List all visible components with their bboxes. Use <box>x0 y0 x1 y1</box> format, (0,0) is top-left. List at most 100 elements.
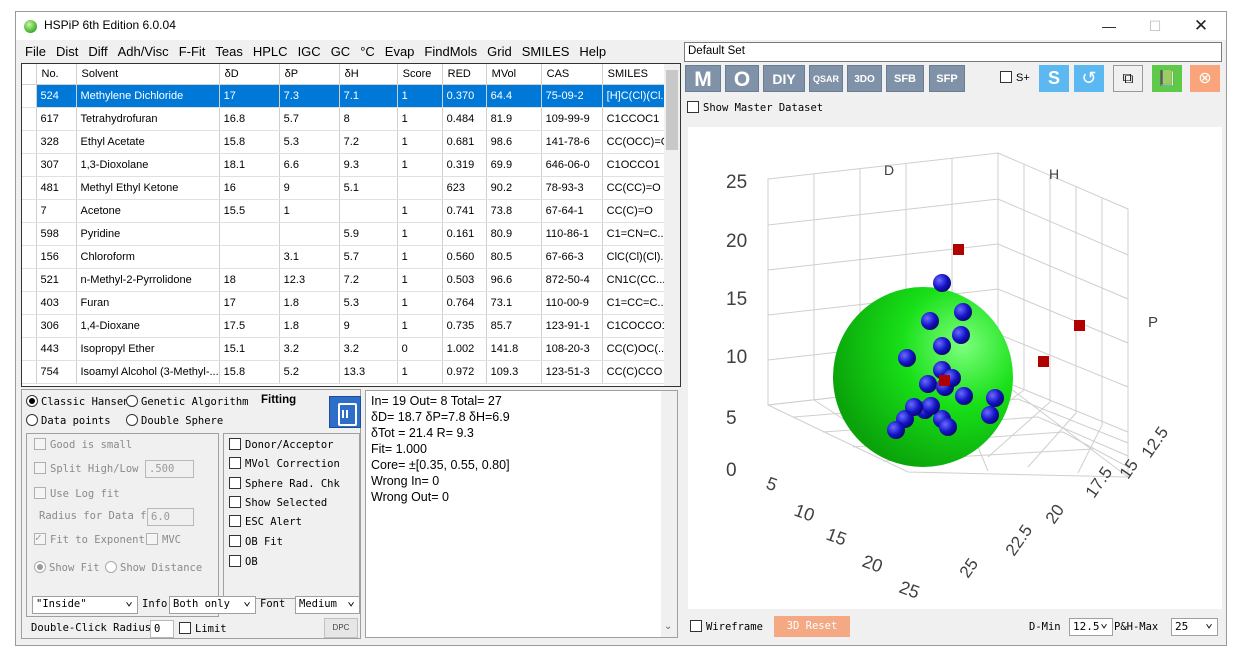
show-master-dataset-checkbox[interactable]: Show Master Dataset <box>687 101 823 114</box>
table-cell[interactable]: 1 <box>397 314 443 338</box>
table-cell[interactable]: 0.972 <box>442 360 487 384</box>
row-header[interactable] <box>22 268 37 292</box>
table-cell[interactable]: 6.6 <box>279 153 340 177</box>
s-button[interactable]: S <box>1039 65 1069 92</box>
table-cell[interactable]: Acetone <box>76 199 220 223</box>
row-header[interactable] <box>22 176 37 200</box>
column-header[interactable]: δD <box>219 64 280 85</box>
s-plus-checkbox[interactable]: S+ <box>1000 71 1030 84</box>
table-cell[interactable]: 9 <box>339 314 398 338</box>
row-header[interactable] <box>22 153 37 177</box>
table-cell[interactable]: 1 <box>397 130 443 154</box>
inside-solvent-point[interactable] <box>887 421 905 439</box>
table-cell[interactable]: 7 <box>36 199 77 223</box>
table-cell[interactable]: 524 <box>36 84 77 108</box>
table-cell[interactable]: 141.8 <box>486 337 542 361</box>
inside-solvent-point[interactable] <box>952 326 970 344</box>
menu-item[interactable]: Evap <box>385 42 415 59</box>
row-header[interactable] <box>22 107 37 131</box>
table-cell[interactable]: 109.3 <box>486 360 542 384</box>
table-row[interactable]: 598 Pyridine 5.9 1 0.161 80.9 110-86-1 C1=CN=C.… <box>22 222 671 246</box>
table-row[interactable]: 481 Methyl Ethyl Ketone 16 9 5.1 623 90.2 78-93… <box>22 176 671 200</box>
table-cell[interactable]: 98.6 <box>486 130 542 154</box>
table-cell[interactable]: 0.484 <box>442 107 487 131</box>
table-cell[interactable]: Furan <box>76 291 220 315</box>
menu-item[interactable]: Diff <box>88 42 107 59</box>
table-cell[interactable]: 7.1 <box>339 84 398 108</box>
inside-solvent-point[interactable] <box>954 303 972 321</box>
table-cell[interactable]: 1 <box>397 291 443 315</box>
table-cell[interactable]: 328 <box>36 130 77 154</box>
table-cell[interactable]: Methyl Ethyl Ketone <box>76 176 220 200</box>
table-cell[interactable]: 5.9 <box>339 222 398 246</box>
stop-icon[interactable]: ⊗ <box>1190 65 1220 92</box>
outside-solvent-point[interactable] <box>953 244 964 255</box>
inside-solvent-point[interactable] <box>922 397 940 415</box>
table-scrollbar[interactable] <box>664 64 680 386</box>
o-button[interactable]: O <box>725 65 759 92</box>
table-cell[interactable]: 15.5 <box>219 199 280 223</box>
table-cell[interactable]: 1 <box>397 199 443 223</box>
table-cell[interactable]: C1=CN=C... <box>602 222 671 246</box>
menu-item[interactable]: HPLC <box>253 42 288 59</box>
table-cell[interactable]: 13.3 <box>339 360 398 384</box>
ob-fit-checkbox[interactable]: OB Fit <box>229 535 283 548</box>
minimize-icon[interactable]: — <box>1086 12 1132 40</box>
inside-solvent-point[interactable] <box>955 387 973 405</box>
double-click-radius-field[interactable]: 0 <box>150 620 174 638</box>
table-cell[interactable]: Pyridine <box>76 222 220 246</box>
row-header[interactable] <box>22 360 37 384</box>
column-header[interactable]: SMILES <box>602 64 671 85</box>
table-cell[interactable]: 872-50-4 <box>541 268 603 292</box>
table-cell[interactable]: 1.8 <box>279 314 340 338</box>
table-cell[interactable]: 81.9 <box>486 107 542 131</box>
table-row[interactable]: 521 n-Methyl-2-Pyrrolidone 18 12.3 7.2 1 0.503… <box>22 268 671 292</box>
table-cell[interactable]: n-Methyl-2-Pyrrolidone <box>76 268 220 292</box>
row-header[interactable] <box>22 314 37 338</box>
table-cell[interactable]: 108-20-3 <box>541 337 603 361</box>
table-cell[interactable]: 1 <box>397 84 443 108</box>
info-select[interactable]: Both only <box>169 594 256 614</box>
inside-solvent-point[interactable] <box>933 274 951 292</box>
table-cell[interactable]: 17 <box>219 291 280 315</box>
table-cell[interactable]: 754 <box>36 360 77 384</box>
scroll-down-icon[interactable]: ⌄ <box>664 619 672 635</box>
table-cell[interactable]: CN1C(CC... <box>602 268 671 292</box>
inside-solvent-point[interactable] <box>933 337 951 355</box>
table-cell[interactable]: CC(C)=O <box>602 199 671 223</box>
sfb-button[interactable]: SFB <box>886 65 924 92</box>
table-cell[interactable]: 8 <box>339 107 398 131</box>
split-highlow-checkbox[interactable]: Split High/Low @ <box>34 462 151 475</box>
table-cell[interactable]: 78-93-3 <box>541 176 603 200</box>
hansen-3d-plot[interactable]: D H P 25 20 15 10 5 0 5 10 15 20 25 25 22.5 20 17.5 15 1… <box>688 127 1222 609</box>
table-cell[interactable]: 75-09-2 <box>541 84 603 108</box>
inside-solvent-point[interactable] <box>986 389 1004 407</box>
data-points-radio[interactable]: Data points <box>26 414 111 427</box>
table-cell[interactable]: 7.3 <box>279 84 340 108</box>
table-cell[interactable]: 110-86-1 <box>541 222 603 246</box>
table-cell[interactable]: 1 <box>397 222 443 246</box>
font-select[interactable]: Medium <box>295 594 360 614</box>
table-cell[interactable]: 307 <box>36 153 77 177</box>
table-cell[interactable]: 109-99-9 <box>541 107 603 131</box>
table-cell[interactable]: 1 <box>397 360 443 384</box>
mvc-checkbox[interactable]: MVC <box>146 533 181 546</box>
close-icon[interactable]: ✕ <box>1178 12 1224 40</box>
table-cell[interactable]: 646-06-0 <box>541 153 603 177</box>
column-header[interactable]: RED <box>442 64 487 85</box>
menu-item[interactable]: °C <box>360 42 375 59</box>
row-header[interactable] <box>22 84 37 108</box>
table-cell[interactable]: CC(C)CCO <box>602 360 671 384</box>
menu-item[interactable]: GC <box>331 42 351 59</box>
table-cell[interactable]: 80.5 <box>486 245 542 269</box>
table-cell[interactable]: 69.9 <box>486 153 542 177</box>
table-cell[interactable]: [H]C(Cl)(Cl... <box>602 84 671 108</box>
sfp-button[interactable]: SFP <box>929 65 965 92</box>
sphere-rad-chk-checkbox[interactable]: Sphere Rad. Chk <box>229 477 340 490</box>
copy-icon[interactable]: ⧉ <box>1113 65 1143 92</box>
inside-select[interactable]: "Inside" <box>32 594 138 614</box>
table-cell[interactable]: 1,4-Dioxane <box>76 314 220 338</box>
table-cell[interactable]: 7.2 <box>339 130 398 154</box>
table-cell[interactable]: 5.3 <box>339 291 398 315</box>
table-cell[interactable]: C1=CC=C... <box>602 291 671 315</box>
